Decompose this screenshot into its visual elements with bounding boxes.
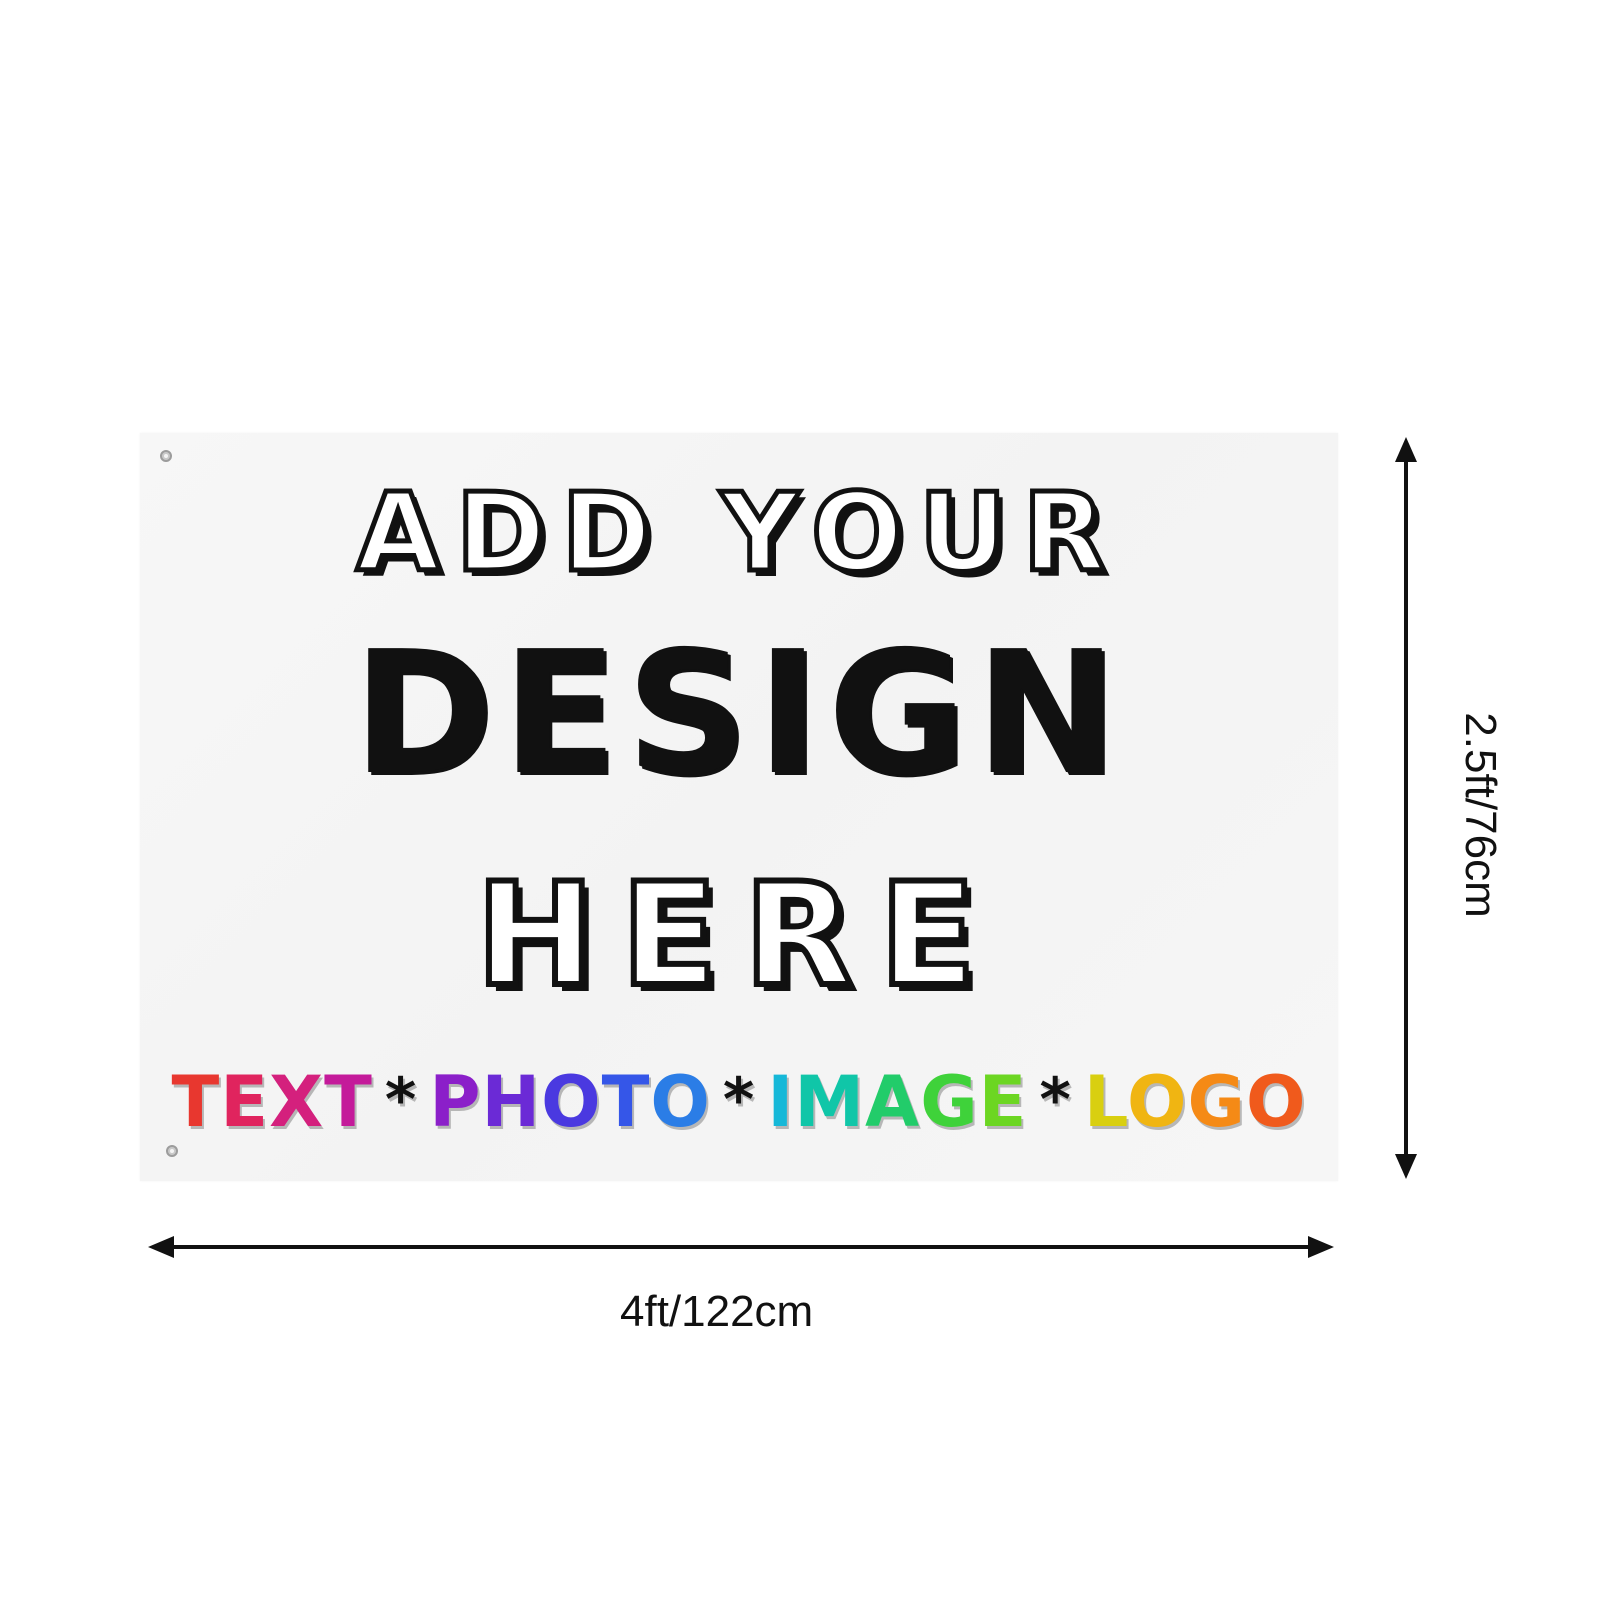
word-letter: X [269, 1061, 325, 1143]
separator-star-icon: * [384, 1065, 418, 1135]
product-image: ADD YOUR DESIGN HERE TEXT * PHOTO * IMAGE * LO… [0, 0, 1600, 1600]
word-letter: T [171, 1061, 221, 1143]
width-arrow-icon [148, 1236, 1334, 1258]
headline-design: DESIGN [352, 615, 1126, 813]
word-letter: O [541, 1061, 602, 1143]
height-arrow-icon [1395, 437, 1417, 1179]
word-letter: I [767, 1061, 795, 1143]
word-letter: G [920, 1061, 979, 1143]
word-letter: O [1126, 1061, 1188, 1143]
headline-add-your: ADD YOUR [354, 469, 1122, 599]
word-letter: P [429, 1061, 482, 1143]
word-letter: O [1245, 1061, 1307, 1143]
word-logo: LOGO [1084, 1061, 1307, 1143]
separator-star-icon: * [1039, 1065, 1072, 1135]
word-letter: G [1187, 1061, 1246, 1143]
grommet-bottom-icon [166, 1145, 178, 1157]
word-letter: O [650, 1061, 711, 1143]
word-photo: PHOTO [429, 1061, 711, 1143]
separator-star-icon: * [722, 1065, 756, 1135]
flag-banner: ADD YOUR DESIGN HERE TEXT * PHOTO * IMAGE * LO… [140, 433, 1338, 1181]
grommet-top-icon [160, 450, 172, 462]
headline-here: HERE [473, 850, 1003, 1021]
word-letter: A [865, 1061, 921, 1143]
word-letter: E [978, 1061, 1028, 1143]
word-letter: M [794, 1061, 865, 1143]
word-letter: T [324, 1061, 373, 1143]
word-letter: E [220, 1061, 270, 1143]
width-label: 4ft/122cm [620, 1287, 814, 1336]
word-letter: T [601, 1061, 651, 1143]
word-text: TEXT [172, 1061, 373, 1143]
content-types-line: TEXT * PHOTO * IMAGE * LOGO [140, 1061, 1338, 1143]
word-image: IMAGE [767, 1061, 1027, 1143]
height-label: 2.5ft/76cm [1456, 712, 1505, 918]
word-letter: L [1083, 1061, 1127, 1143]
word-letter: H [481, 1061, 542, 1143]
